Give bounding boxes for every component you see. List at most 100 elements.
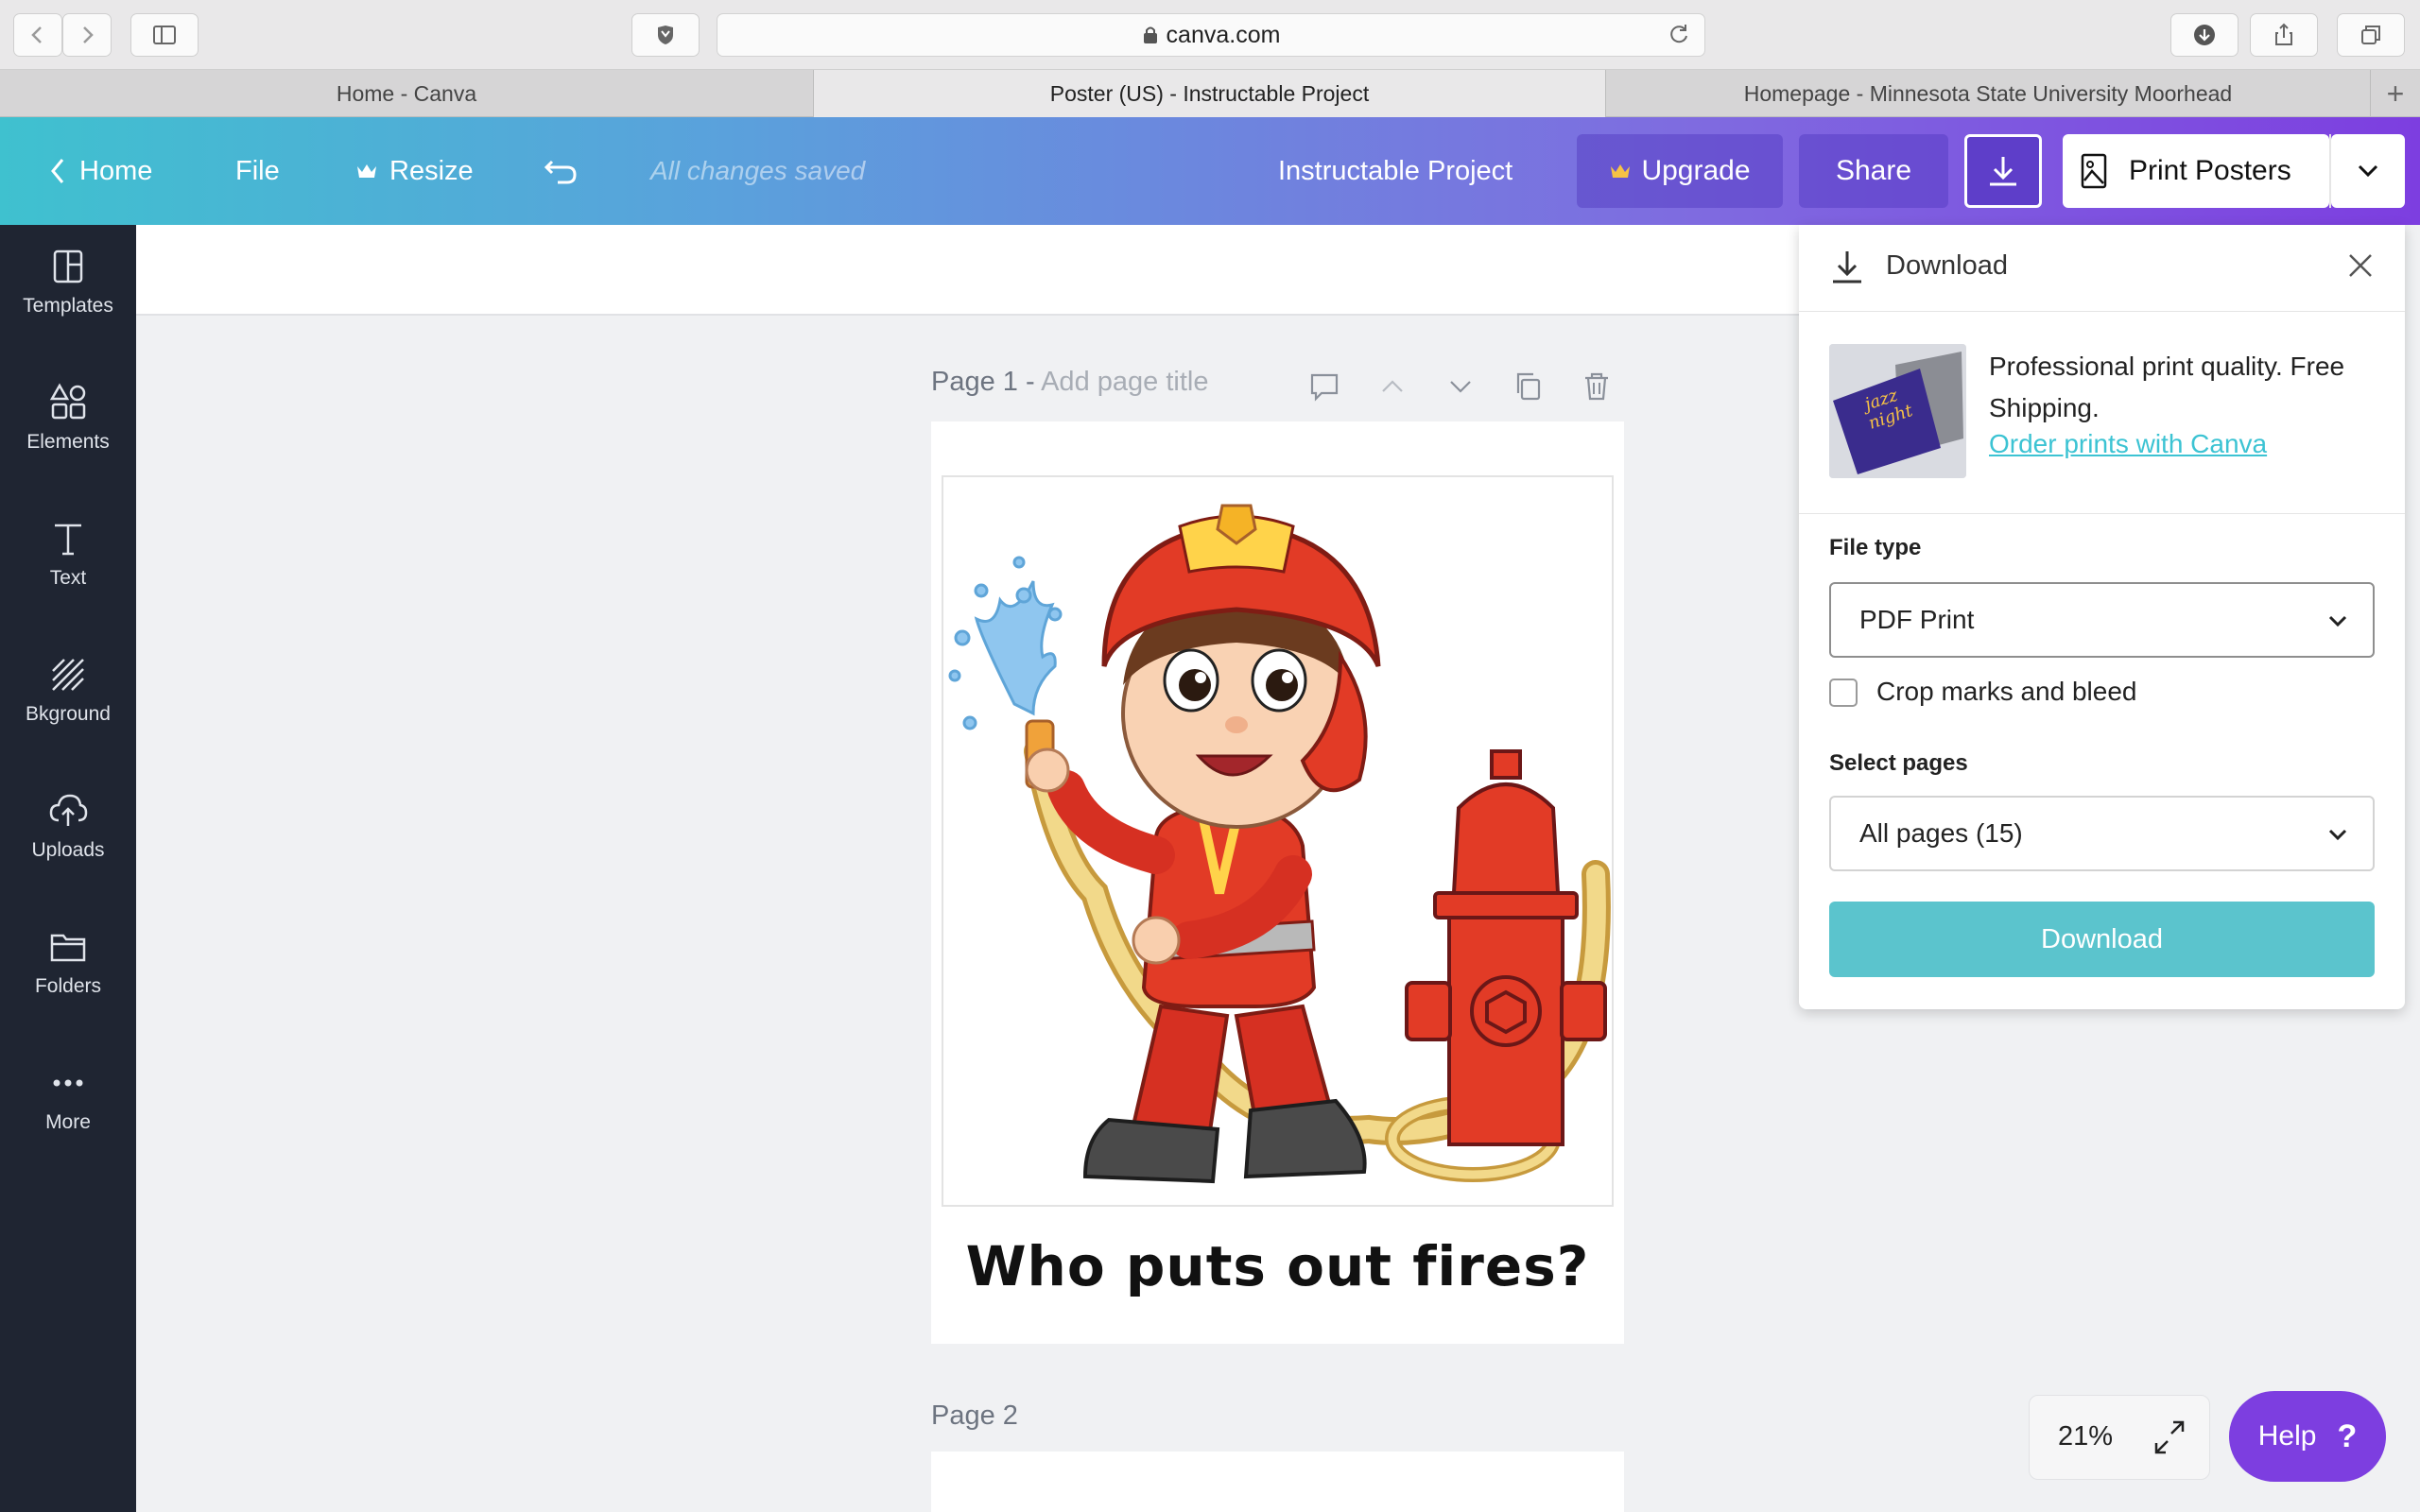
tab-msu-moorhead[interactable]: Homepage - Minnesota State University Mo… <box>1606 70 2371 117</box>
sidebar-item-templates[interactable]: Templates <box>0 225 136 338</box>
upgrade-button[interactable]: Upgrade <box>1577 134 1783 208</box>
poster-icon <box>2081 153 2107 189</box>
browser-tab-bar: Home - Canva Poster (US) - Instructable … <box>0 70 2420 117</box>
download-button[interactable]: Download <box>1829 902 2375 977</box>
back-button[interactable] <box>13 13 62 57</box>
editor-toolbar-area <box>136 225 1800 316</box>
file-label: File <box>235 155 280 186</box>
tab-overview-button[interactable] <box>2337 13 2405 57</box>
close-icon[interactable] <box>2344 249 2377 282</box>
select-pages-value: All pages (15) <box>1859 818 2023 848</box>
text-icon <box>55 524 81 556</box>
crop-marks-checkbox[interactable] <box>1829 679 1858 707</box>
undo-button[interactable] <box>543 117 592 225</box>
tabs-icon <box>2361 26 2380 44</box>
project-title-text: Instructable Project <box>1278 155 1513 186</box>
firefighter-illustration[interactable] <box>942 475 1614 1207</box>
design-page-2[interactable] <box>931 1452 1624 1512</box>
share-button[interactable]: Share <box>1799 134 1948 208</box>
sidebar-item-label: Folders <box>34 975 102 997</box>
help-button[interactable]: Help ? <box>2229 1391 2386 1482</box>
more-icon <box>53 1079 83 1087</box>
downloads-button[interactable] <box>2170 13 2238 57</box>
sidebar-item-label: Elements <box>26 431 110 453</box>
print-posters-label: Print Posters <box>2129 155 2291 186</box>
tab-label: Homepage - Minnesota State University Mo… <box>1743 80 2233 106</box>
sidebar-item-text[interactable]: Text <box>0 497 136 610</box>
sidebar-item-label: Bkground <box>26 703 111 725</box>
sidebar-icon <box>153 26 176 44</box>
shield-extension-button[interactable] <box>631 13 700 57</box>
fullscreen-icon[interactable] <box>2151 1417 2188 1458</box>
sidebar-item-elements[interactable]: Elements <box>0 361 136 474</box>
address-bar[interactable]: canva.com <box>717 13 1705 57</box>
copy-icon <box>1516 372 1541 401</box>
zoom-control[interactable]: 21% <box>2029 1395 2210 1480</box>
select-pages-label: Select pages <box>1829 750 1968 776</box>
page-2-label: Page 2 <box>931 1400 1018 1431</box>
url-text: canva.com <box>1166 21 1281 48</box>
tab-label: Home - Canva <box>336 80 477 106</box>
poster-samples-image: jazz night <box>1829 344 1966 478</box>
project-title[interactable]: Instructable Project <box>1278 117 1512 225</box>
file-type-value: PDF Print <box>1859 605 1975 634</box>
sidebar-item-folders[interactable]: Folders <box>0 905 136 1019</box>
chevron-down-icon <box>1450 381 1471 393</box>
move-page-down-button[interactable] <box>1440 366 1481 407</box>
sidebar-toggle-button[interactable] <box>130 13 199 57</box>
download-panel-title: Download <box>1886 250 2008 281</box>
file-type-label: File type <box>1829 535 1922 560</box>
file-menu-button[interactable]: File <box>235 117 280 225</box>
tab-poster-project[interactable]: Poster (US) - Instructable Project <box>814 70 1606 117</box>
crown-icon <box>1611 164 1631 178</box>
sidebar-item-more[interactable]: More <box>0 1041 136 1155</box>
design-page-1[interactable]: Who puts out fires? <box>931 421 1624 1344</box>
page-notes-button[interactable] <box>1304 366 1345 407</box>
home-button[interactable]: Home <box>47 117 152 225</box>
download-panel-header: Download <box>1799 225 2405 312</box>
poster-caption[interactable]: Who puts out fires? <box>931 1234 1624 1298</box>
crown-icon <box>357 164 376 178</box>
share-sheet-button[interactable] <box>2250 13 2318 57</box>
lock-icon <box>1143 26 1157 43</box>
browser-toolbar: canva.com <box>0 0 2420 70</box>
print-posters-button[interactable]: Print Posters <box>2063 134 2329 208</box>
sidebar-item-label: More <box>45 1111 91 1133</box>
crop-marks-label[interactable]: Crop marks and bleed <box>1876 677 2136 707</box>
download-header-button[interactable] <box>1964 134 2042 208</box>
duplicate-page-button[interactable] <box>1508 366 1549 407</box>
elements-icon <box>49 383 86 420</box>
chevron-down-icon <box>2328 615 2347 627</box>
forward-button[interactable] <box>62 13 112 57</box>
select-pages-select[interactable]: All pages (15) <box>1829 796 2375 871</box>
reload-icon[interactable] <box>1667 23 1691 47</box>
sidebar-item-background[interactable]: Bkground <box>0 633 136 747</box>
zoom-value[interactable]: 21% <box>2058 1421 2113 1452</box>
chevron-up-icon <box>1382 380 1403 392</box>
sidebar-item-uploads[interactable]: Uploads <box>0 769 136 883</box>
new-tab-button[interactable]: + <box>2371 70 2420 117</box>
chevron-left-icon <box>31 26 42 43</box>
chevron-left-icon <box>51 159 64 183</box>
chevron-down-icon <box>2358 164 2378 178</box>
upgrade-label: Upgrade <box>1641 155 1751 186</box>
folders-icon <box>50 934 86 962</box>
file-type-select[interactable]: PDF Print <box>1829 582 2375 658</box>
page-number-text: Page 1 - <box>931 367 1042 397</box>
page-title-input[interactable]: Add page title <box>1041 367 1208 397</box>
resize-button[interactable]: Resize <box>355 117 474 225</box>
share-label: Share <box>1835 155 1912 186</box>
move-page-up-button[interactable] <box>1372 366 1413 407</box>
help-label: Help <box>2257 1420 2317 1452</box>
download-panel: Download jazz night Professional print q… <box>1799 225 2405 1009</box>
tab-home-canva[interactable]: Home - Canva <box>0 70 814 117</box>
order-prints-link[interactable]: Order prints with Canva <box>1989 429 2267 459</box>
share-icon <box>2275 23 2292 45</box>
delete-page-button[interactable] <box>1576 366 1617 407</box>
sidebar-item-label: Templates <box>23 295 113 317</box>
shield-icon <box>658 26 673 44</box>
save-status: All changes saved <box>650 156 866 185</box>
resize-label: Resize <box>389 155 474 186</box>
print-options-dropdown[interactable] <box>2331 134 2405 208</box>
download-icon <box>1990 157 2016 186</box>
